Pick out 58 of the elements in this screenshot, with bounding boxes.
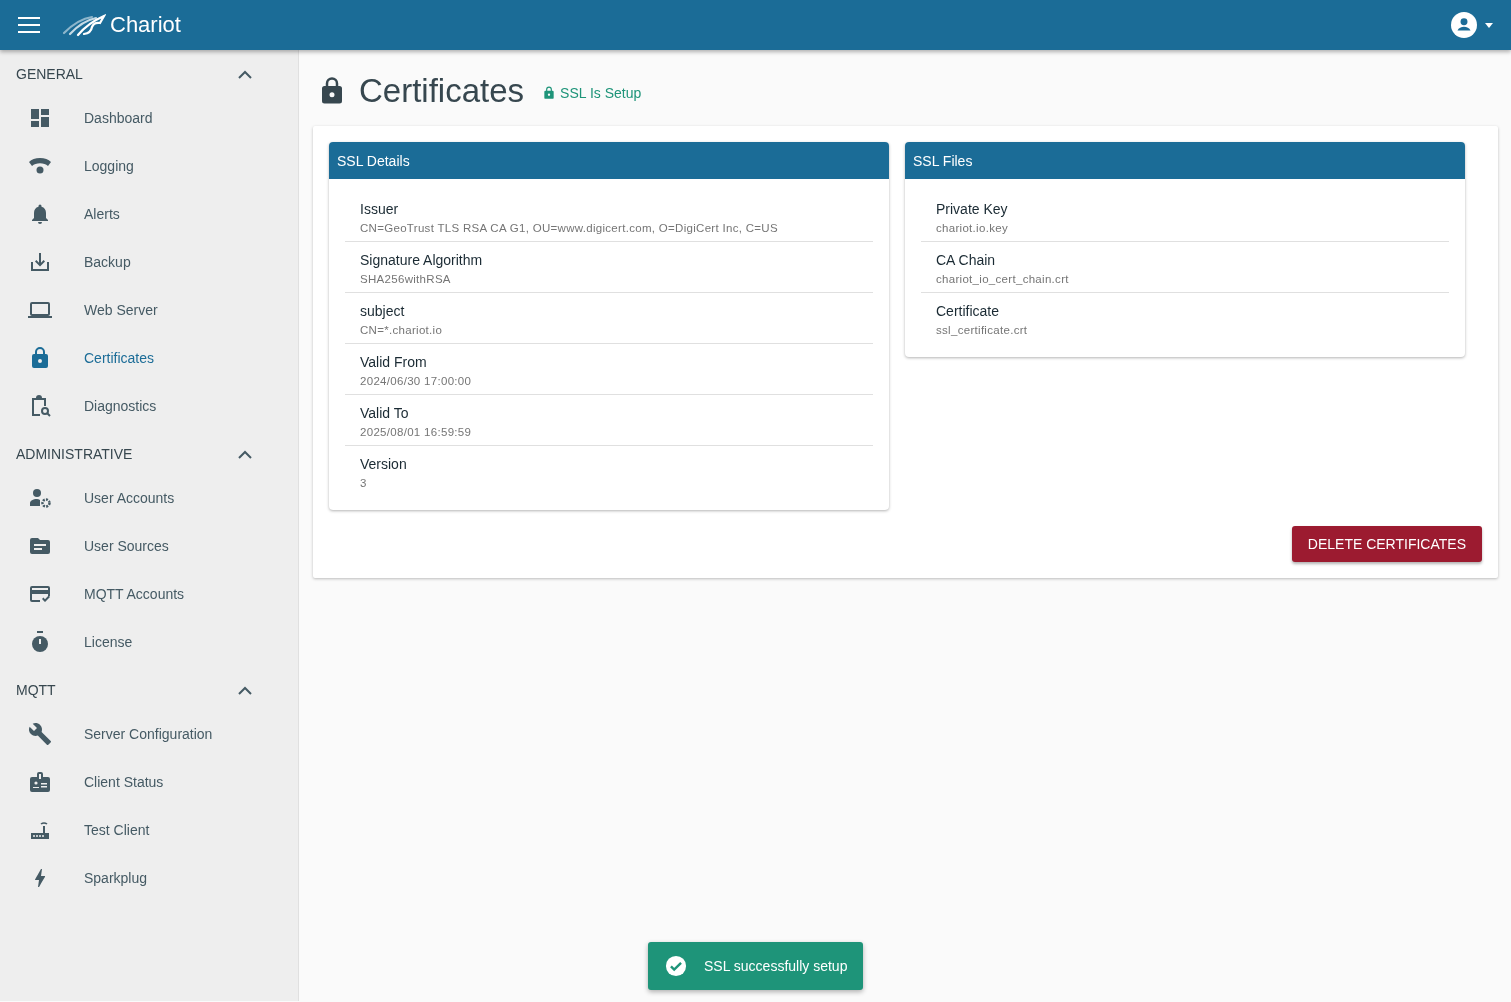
chevron-up-icon[interactable] [238,685,252,695]
field-value: 2025/08/01 16:59:59 [360,426,473,438]
nav-item[interactable]: Certificates [0,334,298,382]
check-circle-icon [665,955,687,977]
toast-message: SSL successfully setup [704,958,848,974]
field-value: SHA256withRSA [360,273,452,285]
dashboard-icon [28,106,52,130]
field-label: CA Chain [936,252,997,268]
section-header: GENERAL [16,66,83,82]
nav-item[interactable]: Sparkplug [0,854,298,902]
field-value: 2024/06/30 17:00:00 [360,375,473,387]
section-header: ADMINISTRATIVE [16,446,133,462]
logo-icon [60,13,106,37]
page-title: Certificates [359,72,525,110]
id-badge-icon [28,770,52,794]
nav-item[interactable]: Alerts [0,190,298,238]
chevron-up-icon[interactable] [238,449,252,459]
field-label: subject [360,303,406,319]
card-header: SSL Details [329,142,889,179]
chevron-up-icon[interactable] [238,69,252,79]
field-label: Valid From [360,354,428,370]
field-value: CN=*.chariot.io [360,324,444,336]
nav-item[interactable]: License [0,618,298,666]
field-label: Issuer [360,201,400,217]
field-label: Certificate [936,303,1001,319]
user-gear-icon [28,486,52,510]
field-value: chariot.io.key [936,222,1009,234]
nav-item[interactable]: Diagnostics [0,382,298,430]
field-value: ssl_certificate.crt [936,324,1029,336]
ssl-status: SSL Is Setup [560,85,642,101]
download-icon [28,250,52,274]
nav-item[interactable]: MQTT Accounts [0,570,298,618]
nav-item[interactable]: Server Configuration [0,710,298,758]
card-header: SSL Files [905,142,1465,179]
field-label: Valid To [360,405,410,421]
nav-item[interactable]: Dashboard [0,94,298,142]
nav-item[interactable]: Test Client [0,806,298,854]
delete-certificates-button[interactable]: DELETE CERTIFICATES [1291,526,1482,562]
nav-item[interactable]: User Accounts [0,474,298,522]
menu-icon[interactable] [18,17,40,33]
caret-icon [1485,22,1493,28]
field-label: Private Key [936,201,1009,217]
section-header: MQTT [16,682,56,698]
wrench-icon [28,722,52,746]
field-label: Signature Algorithm [360,252,484,268]
nav-item[interactable]: Web Server [0,286,298,334]
field-value: 3 [360,477,368,489]
field-value: CN=GeoTrust TLS RSA CA G1, OU=www.digicert.com, O=DigiCert Inc, C=US [360,222,779,234]
nav-item[interactable]: User Sources [0,522,298,570]
nav-item[interactable]: Backup [0,238,298,286]
nav-item[interactable]: Client Status [0,758,298,806]
field-label: Version [360,456,408,472]
account-menu-button[interactable] [1451,12,1493,38]
field-value: chariot_io_cert_chain.crt [936,273,1070,285]
avatar-icon [1451,12,1477,38]
app-title: Chariot [110,12,181,38]
nav-item[interactable]: Logging [0,142,298,190]
lock-icon [542,86,557,100]
